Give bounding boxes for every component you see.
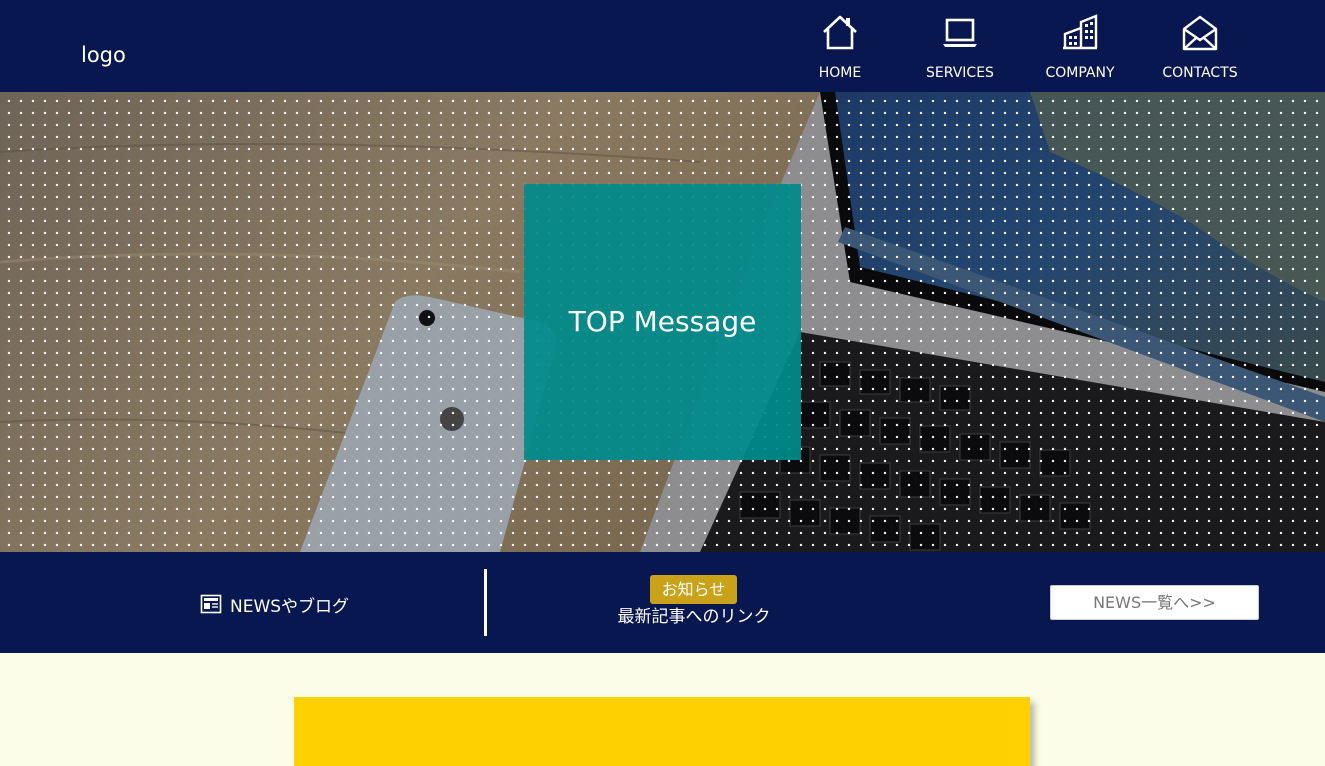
nav-label-contacts: CONTACTS <box>1162 65 1238 81</box>
nav-item-contacts[interactable]: CONTACTS <box>1140 0 1260 92</box>
nav-item-services[interactable]: SERVICES <box>900 0 1020 92</box>
news-title-label: NEWSやブログ <box>230 596 350 617</box>
nav-item-home[interactable]: HOME <box>780 0 900 92</box>
home-icon <box>823 15 857 50</box>
building-icon <box>1063 14 1098 50</box>
latest-article-link[interactable]: 最新記事へのリンク <box>584 605 804 629</box>
logo[interactable]: logo <box>81 41 126 69</box>
hero-message: TOP Message <box>568 305 757 338</box>
nav-label-home: HOME <box>818 65 862 81</box>
news-title: NEWSやブログ <box>200 592 350 617</box>
site-header: logo HOME SERVICES COMPANY CONTACTS <box>0 0 1325 92</box>
news-divider <box>484 569 487 636</box>
newspaper-icon <box>200 594 222 614</box>
hero-section: TOP Message <box>0 92 1325 552</box>
nav-label-company: COMPANY <box>1045 65 1115 81</box>
content-card <box>294 697 1030 766</box>
main-nav: HOME SERVICES COMPANY CONTACTS <box>780 0 1260 92</box>
nav-label-services: SERVICES <box>926 65 994 81</box>
news-list-button[interactable]: NEWS一覧へ>> <box>1050 585 1259 620</box>
envelope-icon <box>1182 15 1218 51</box>
news-badge: お知らせ <box>650 575 737 604</box>
hero-message-box: TOP Message <box>524 184 801 460</box>
nav-item-company[interactable]: COMPANY <box>1020 0 1140 92</box>
laptop-icon <box>943 18 977 47</box>
